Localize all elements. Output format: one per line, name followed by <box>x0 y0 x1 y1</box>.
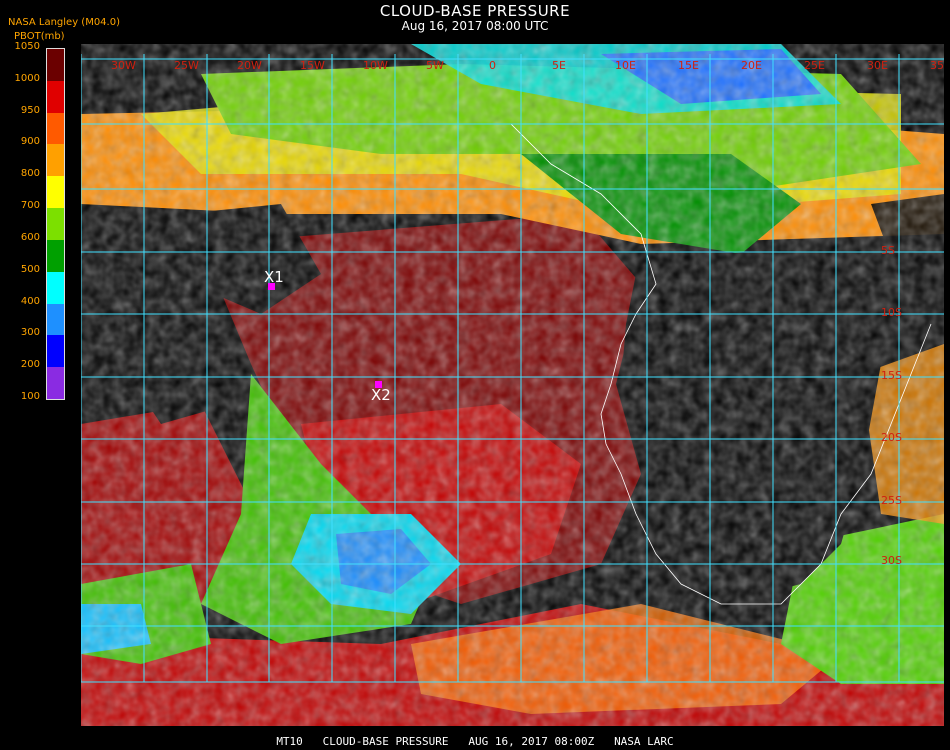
legend-tick-label: 100 <box>20 391 40 402</box>
legend-band <box>47 112 64 145</box>
map-svg: 30W 25W 20W 15W 10W 5W 0 5E 10E 15E 20E 25E 30E 35E 5S… <box>80 44 950 726</box>
lat-label: 10S <box>881 306 902 319</box>
lon-label: 25W <box>174 59 199 72</box>
lat-label: 15S <box>881 369 902 382</box>
legend-band <box>47 176 64 209</box>
footer-caption: MT10 CLOUD-BASE PRESSURE AUG 16, 2017 08… <box>276 735 674 748</box>
legend-band <box>47 271 64 305</box>
marker-label: X1 <box>264 268 284 286</box>
source-credit: NASA Langley (M04.0) <box>8 17 120 28</box>
legend-tick-label: 800 <box>20 168 40 180</box>
legend-band <box>47 144 64 177</box>
lon-label: 5E <box>552 59 566 72</box>
lon-label: 25E <box>804 59 825 72</box>
legend-tick-label: 200 <box>20 359 40 371</box>
legend-band <box>47 208 64 241</box>
legend-tick-label: 600 <box>20 231 40 243</box>
lon-label: 15W <box>300 59 325 72</box>
lon-label: 5W <box>426 59 444 72</box>
legend-band <box>47 49 64 82</box>
lon-label: 10W <box>363 59 388 72</box>
chart-title: CLOUD-BASE PRESSURE <box>379 2 571 20</box>
legend-band <box>47 335 64 368</box>
lon-label: 10E <box>615 59 636 72</box>
legend-tick-label: 300 <box>20 327 40 339</box>
legend-band <box>47 303 64 336</box>
map-area: 30W 25W 20W 15W 10W 5W 0 5E 10E 15E 20E 25E 30E 35E 5S… <box>80 44 950 726</box>
lat-label: 20S <box>881 431 902 444</box>
color-legend <box>46 48 65 400</box>
lon-label: 20E <box>741 59 762 72</box>
lon-label: 0 <box>489 59 496 72</box>
legend-band <box>47 239 64 273</box>
legend-tick-label: 700 <box>20 200 40 212</box>
lon-label: 20W <box>237 59 262 72</box>
marker-label: X2 <box>371 386 391 404</box>
legend-band <box>47 367 64 399</box>
legend-tick-label: 950 <box>20 104 40 116</box>
lat-label: 5S <box>881 244 895 257</box>
legend-tick-label: 1050 <box>14 41 40 52</box>
lon-label: 35E <box>930 59 944 72</box>
legend-tick-label: 1000 <box>14 72 40 84</box>
lon-label: 15E <box>678 59 699 72</box>
legend-tick-label: 400 <box>20 295 40 307</box>
legend-band <box>47 80 64 114</box>
lon-label: 30W <box>111 59 136 72</box>
legend-tick-label: 900 <box>20 136 40 148</box>
legend-tick-label: 500 <box>20 263 40 275</box>
lon-label: 30E <box>867 59 888 72</box>
cloud-texture <box>81 44 944 726</box>
lat-label: 30S <box>881 554 902 567</box>
lat-label: 25S <box>881 494 902 507</box>
chart-timestamp: Aug 16, 2017 08:00 UTC <box>401 19 549 33</box>
